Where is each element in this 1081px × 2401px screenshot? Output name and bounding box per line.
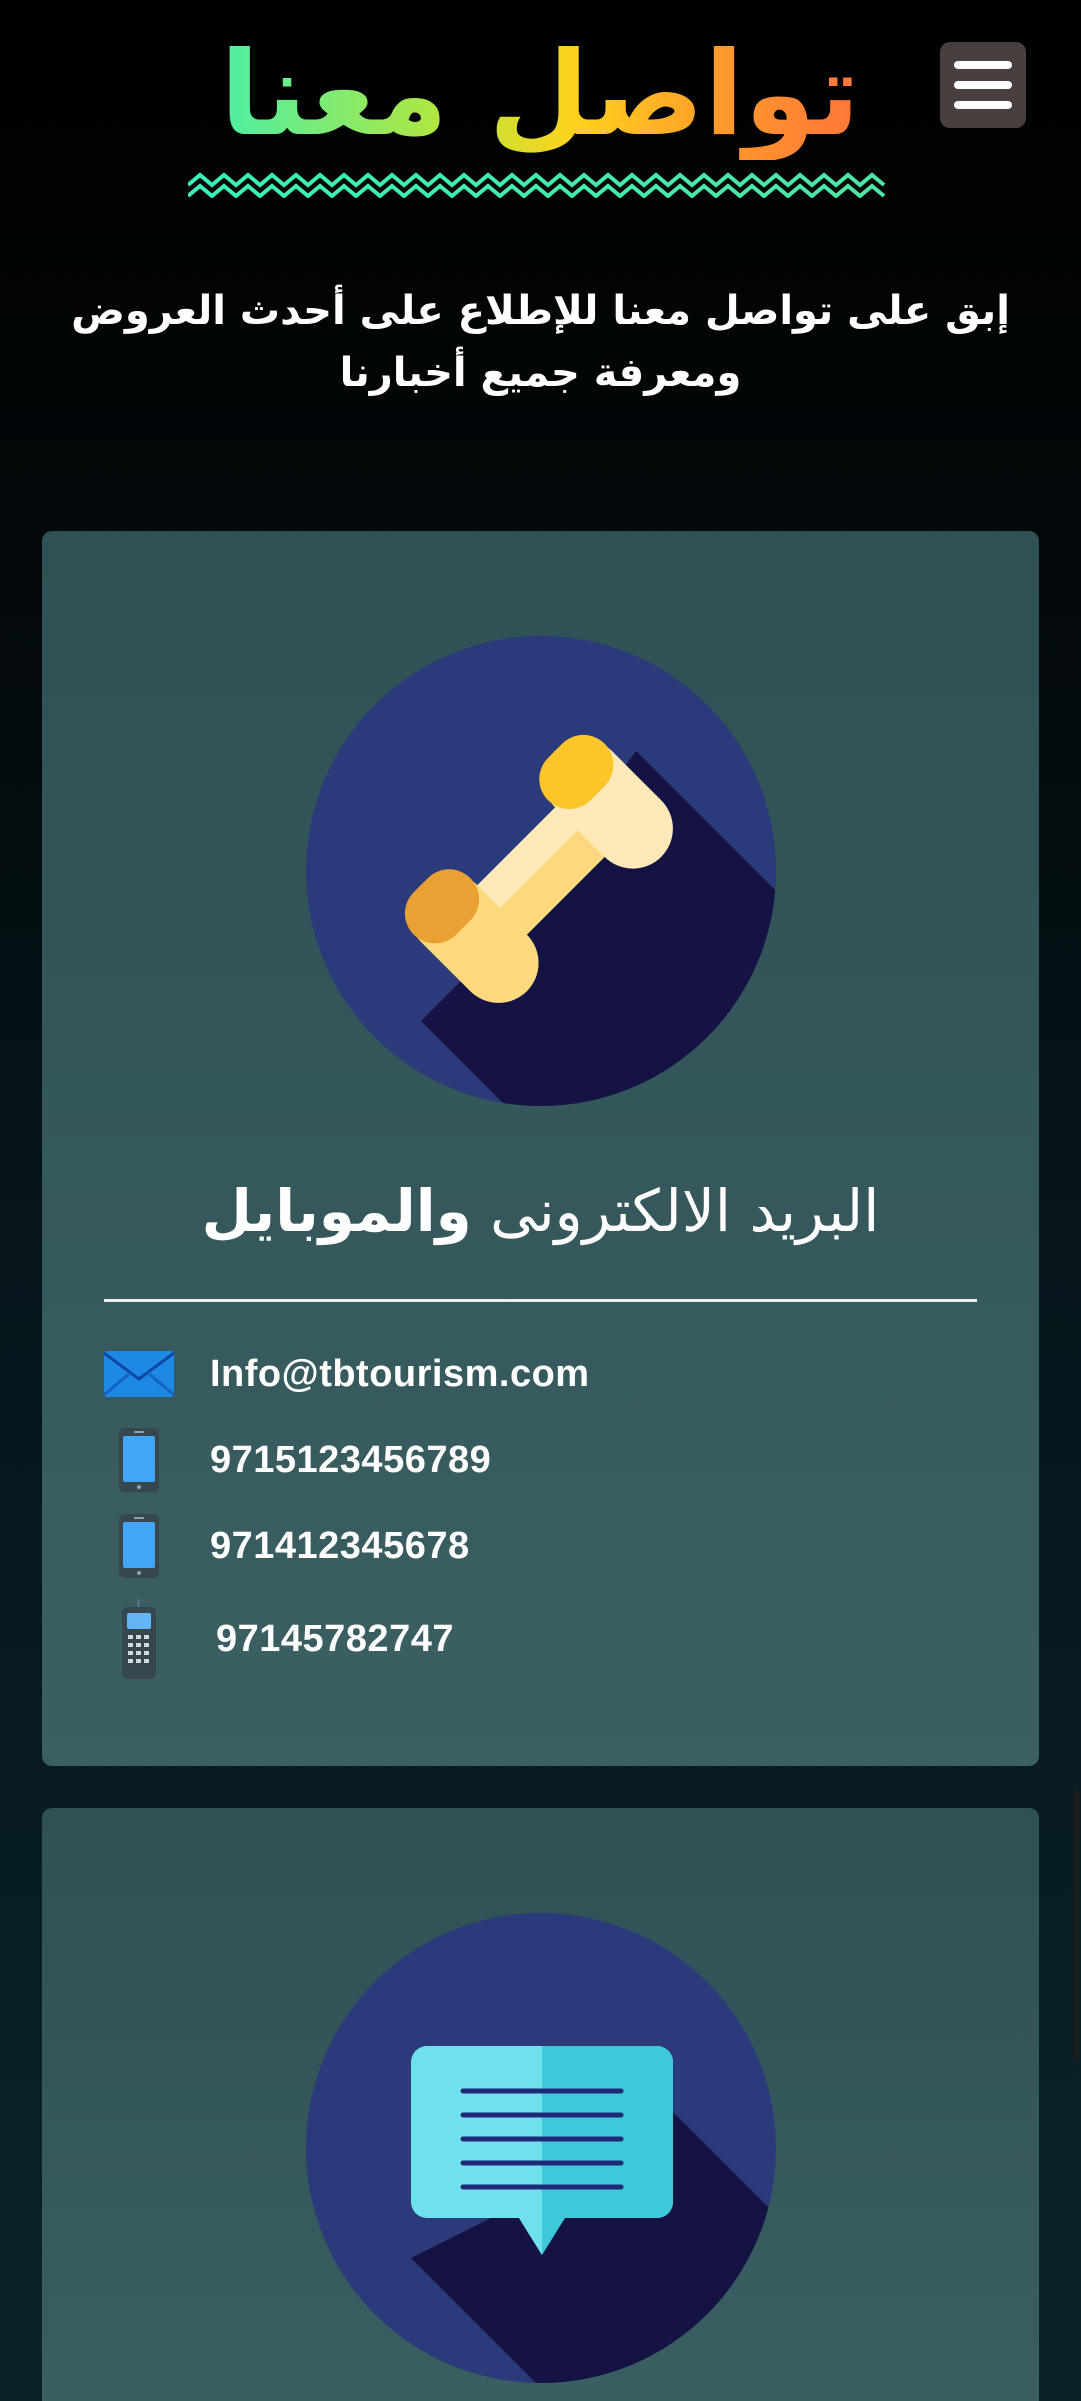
mobile-phone-icon — [102, 1511, 176, 1581]
contact-list: Info@tbtourism.com 9715123456789 9714123… — [102, 1331, 982, 1689]
intro-text: إبق على تواصل معنا للإطلاع على أحدث العر… — [71, 288, 1010, 396]
contact-landline-row[interactable]: 97145782747 — [102, 1589, 982, 1689]
contact-landline[interactable]: 97145782747 — [216, 1618, 454, 1661]
scrollbar-thumb[interactable] — [1074, 1790, 1079, 2060]
hamburger-menu-icon-bar — [954, 101, 1012, 109]
header: تواصل معنا — [0, 0, 1081, 210]
title-squiggle-decoration — [188, 172, 886, 198]
card-heading: البريد الالكترونى والموبايل — [82, 1171, 999, 1251]
phone-icon — [306, 636, 776, 1106]
landline-phone-icon — [102, 1599, 176, 1679]
contact-email[interactable]: Info@tbtourism.com — [210, 1353, 590, 1396]
contact-mobile-2[interactable]: 971412345678 — [210, 1525, 470, 1568]
contact-mobile-row[interactable]: 971412345678 — [102, 1503, 982, 1589]
contact-mobile-1[interactable]: 9715123456789 — [210, 1439, 491, 1482]
card-heading-bold: والموبايل — [201, 1177, 472, 1245]
hamburger-menu-icon-bar — [954, 81, 1012, 89]
contact-card-message — [42, 1808, 1039, 2401]
contact-mobile-row[interactable]: 9715123456789 — [102, 1417, 982, 1503]
menu-button[interactable] — [940, 42, 1026, 128]
card-heading-light: البريد الالكترونى — [490, 1177, 880, 1245]
email-envelope-icon — [102, 1339, 176, 1409]
contact-card-email-mobile: البريد الالكترونى والموبايل Info@tbtouri… — [42, 531, 1039, 1766]
page-title: تواصل معنا — [180, 30, 900, 160]
hamburger-menu-icon — [954, 61, 1012, 69]
contact-email-row[interactable]: Info@tbtourism.com — [102, 1331, 982, 1417]
chat-message-icon — [306, 1913, 776, 2383]
mobile-phone-icon — [102, 1425, 176, 1495]
card-divider — [104, 1299, 977, 1302]
